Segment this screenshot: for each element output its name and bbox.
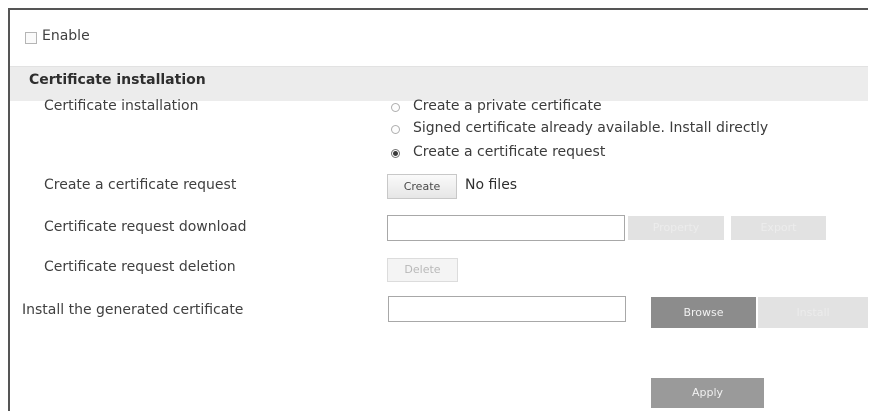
apply-button[interactable]: Apply [651, 378, 764, 408]
option-create-private-certificate[interactable]: Create a private certificate [413, 98, 602, 114]
section-title: Certificate installation [29, 72, 206, 88]
property-button[interactable]: Property [628, 216, 724, 240]
install-button[interactable]: Install [758, 297, 868, 328]
radio-signed-certificate-available[interactable] [391, 125, 400, 134]
install-generated-field[interactable] [388, 296, 626, 322]
install-generated-label: Install the generated certificate [22, 302, 244, 318]
certificate-installation-label: Certificate installation [44, 98, 199, 114]
create-request-label: Create a certificate request [44, 177, 237, 193]
export-button[interactable]: Export [731, 216, 826, 240]
request-download-label: Certificate request download [44, 219, 247, 235]
radio-create-certificate-request[interactable] [391, 149, 400, 158]
radio-create-private-certificate[interactable] [391, 103, 400, 112]
enable-checkbox[interactable] [25, 32, 37, 44]
enable-label: Enable [42, 28, 90, 44]
delete-button[interactable]: Delete [387, 258, 458, 282]
create-request-status: No files [465, 177, 518, 193]
browse-button[interactable]: Browse [651, 297, 756, 328]
option-create-certificate-request[interactable]: Create a certificate request [413, 144, 605, 160]
request-deletion-label: Certificate request deletion [44, 259, 236, 275]
create-button[interactable]: Create [387, 174, 457, 199]
option-signed-certificate-available[interactable]: Signed certificate already available. In… [413, 120, 768, 136]
request-download-field[interactable] [387, 215, 625, 241]
